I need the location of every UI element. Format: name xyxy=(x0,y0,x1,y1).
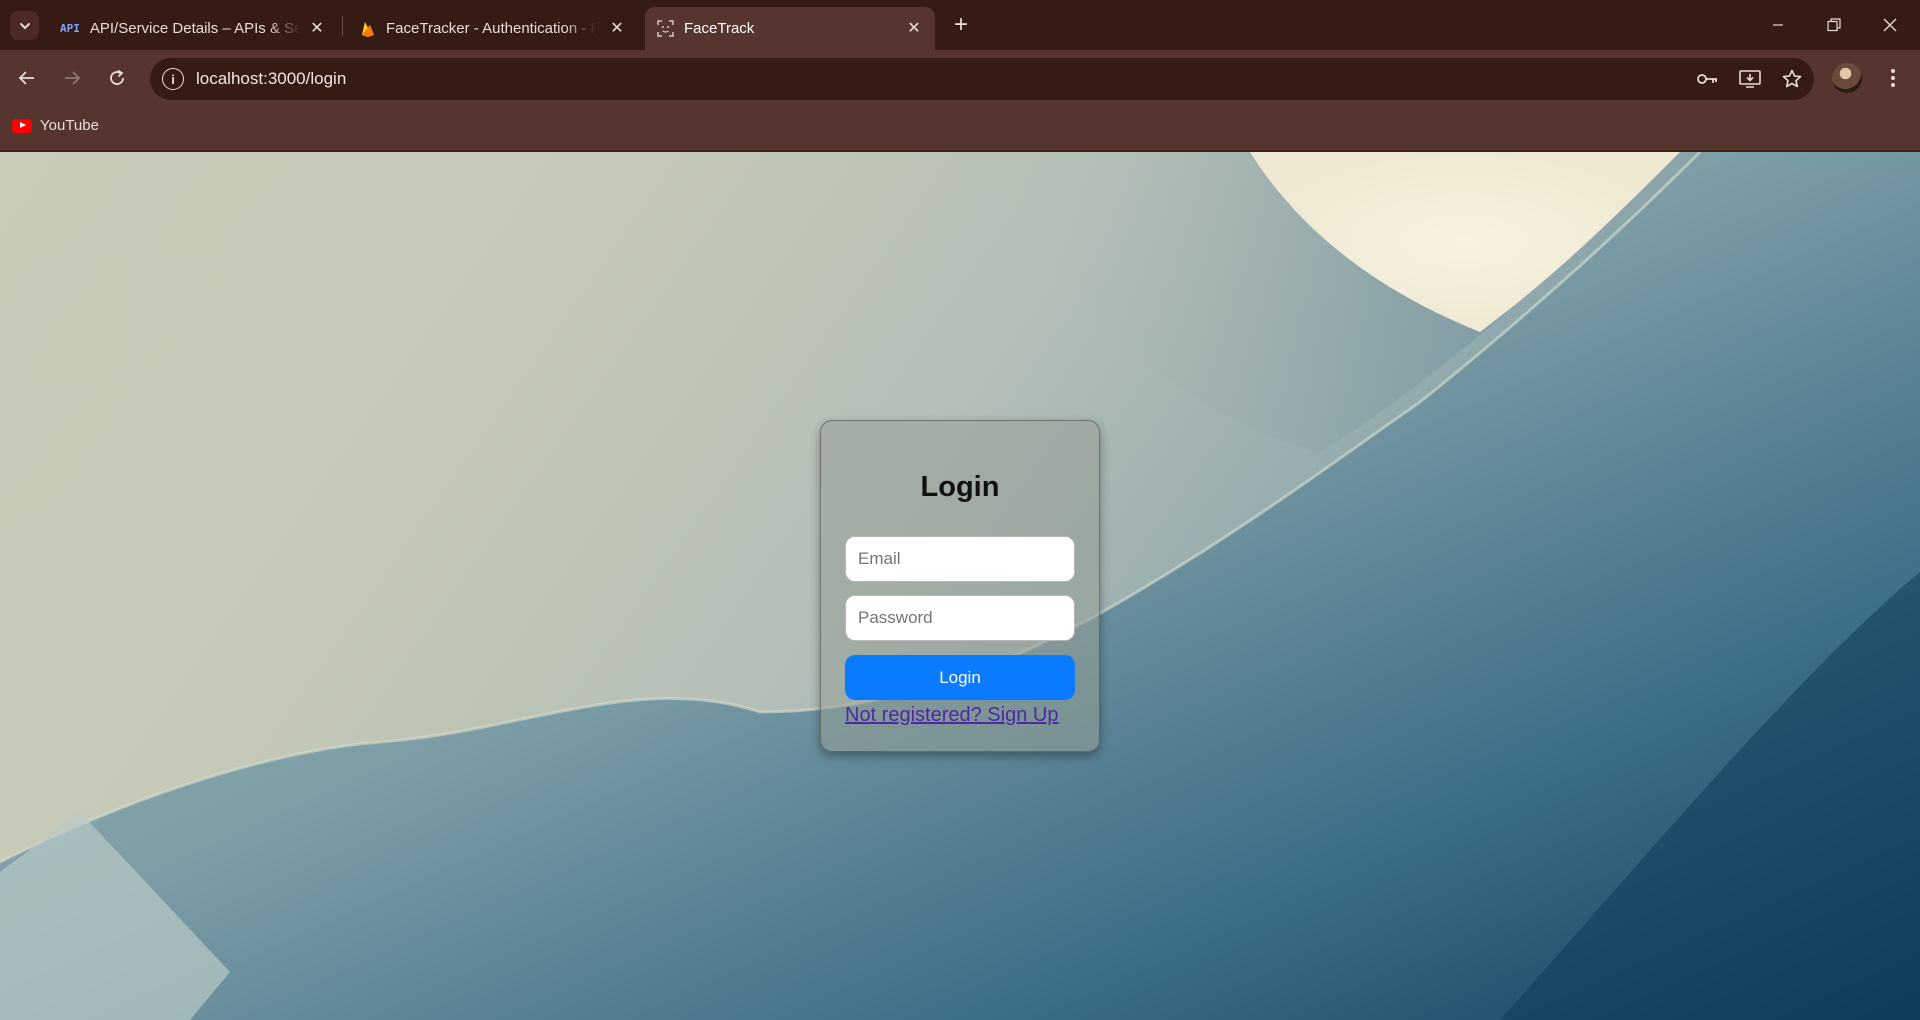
close-window-button[interactable] xyxy=(1862,0,1918,50)
star-icon[interactable] xyxy=(1780,67,1804,91)
more-vert-icon xyxy=(1891,69,1895,87)
new-tab-button[interactable]: + xyxy=(947,11,975,39)
tab-title: FaceTracker - Authentication - Firebase xyxy=(386,20,596,37)
api-favicon-icon: API xyxy=(60,22,80,35)
address-bar[interactable]: i localhost:3000/login xyxy=(150,58,1814,100)
login-card: Login Login Not registered? Sign Up xyxy=(820,420,1100,752)
reload-button[interactable] xyxy=(101,62,133,94)
bookmarks-bar: YouTube xyxy=(0,108,1920,151)
arrow-right-icon xyxy=(65,71,81,85)
minimize-icon xyxy=(1773,24,1783,26)
profile-avatar[interactable] xyxy=(1832,63,1862,93)
tab-title: FaceTrack xyxy=(684,20,755,37)
email-field[interactable] xyxy=(845,536,1075,582)
signup-link[interactable]: Not registered? Sign Up xyxy=(845,704,1058,727)
login-title: Login xyxy=(920,471,1000,503)
address-url[interactable]: localhost:3000/login xyxy=(196,69,346,89)
close-icon[interactable]: ✕ xyxy=(905,19,923,37)
install-app-icon[interactable] xyxy=(1738,67,1762,91)
page-viewport: Login Login Not registered? Sign Up xyxy=(0,152,1920,1020)
restore-button[interactable] xyxy=(1806,0,1862,50)
login-button[interactable]: Login xyxy=(845,655,1075,700)
bookmark-youtube[interactable]: YouTube xyxy=(12,117,99,134)
menu-button[interactable] xyxy=(1878,62,1908,94)
key-icon[interactable] xyxy=(1696,67,1720,91)
reload-icon xyxy=(110,69,124,85)
tab-search-button[interactable] xyxy=(10,11,39,40)
back-button[interactable] xyxy=(11,62,43,94)
close-icon xyxy=(1883,18,1897,32)
tab-firebase-auth[interactable]: FaceTracker - Authentication - Firebase … xyxy=(348,7,638,50)
tab-api-details[interactable]: API API/Service Details – APIs & Service… xyxy=(48,7,338,50)
restore-icon xyxy=(1827,18,1841,32)
tab-title: API/Service Details – APIs & Services xyxy=(89,20,300,37)
firebase-icon xyxy=(362,21,374,37)
minimize-button[interactable] xyxy=(1750,0,1806,50)
password-field[interactable] xyxy=(845,595,1075,641)
tab-separator xyxy=(342,16,343,36)
tab-strip: API API/Service Details – APIs & Service… xyxy=(0,0,1920,50)
chevron-down-icon xyxy=(19,22,30,29)
face-scan-icon xyxy=(657,20,674,37)
close-icon[interactable]: ✕ xyxy=(608,19,626,37)
close-icon[interactable]: ✕ xyxy=(308,19,326,37)
browser-toolbar: i localhost:3000/login xyxy=(0,50,1920,108)
bookmark-label: YouTube xyxy=(40,117,99,134)
site-info-icon[interactable]: i xyxy=(162,68,184,90)
youtube-icon xyxy=(12,118,32,133)
arrow-left-icon xyxy=(18,71,34,85)
tab-facetrack[interactable]: FaceTrack ✕ xyxy=(645,7,935,50)
forward-button[interactable] xyxy=(56,62,88,94)
